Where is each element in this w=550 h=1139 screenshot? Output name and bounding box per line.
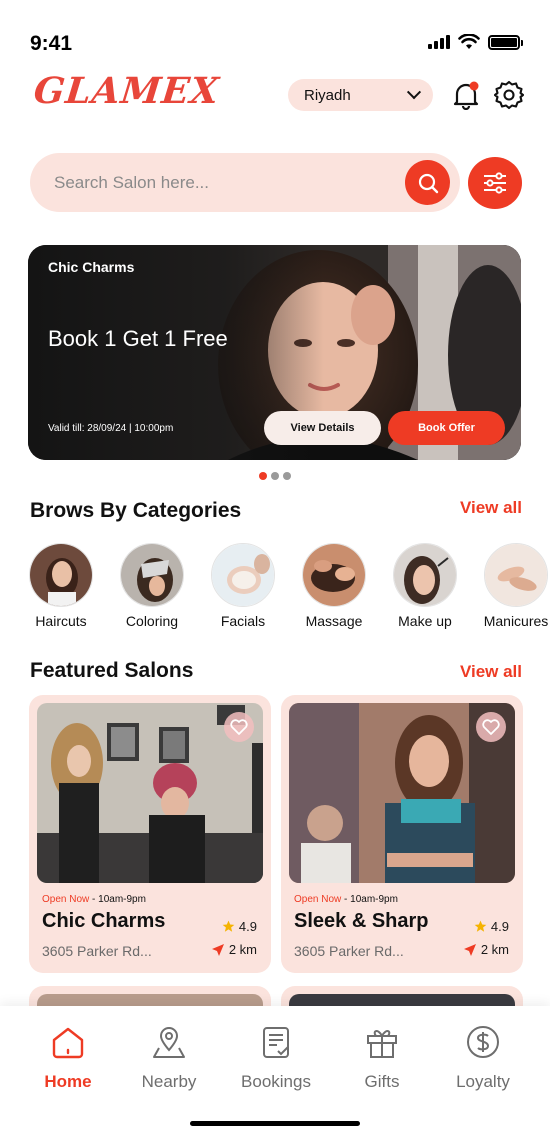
categories-view-all-link[interactable]: View all (460, 498, 522, 518)
carousel-dot[interactable] (283, 472, 291, 480)
status-bar: 9:41 (0, 0, 550, 70)
nav-loyalty[interactable]: Loyalty (433, 1024, 533, 1092)
dollar-coin-icon (467, 1026, 499, 1058)
nav-nearby[interactable]: Nearby (119, 1024, 219, 1092)
clipboard-icon (263, 1027, 289, 1058)
salon-card[interactable]: Open Now - 10am-9pm Chic Charms 4.9 3605… (29, 695, 271, 973)
featured-title: Featured Salons (30, 659, 194, 682)
nav-home[interactable]: Home (18, 1024, 118, 1092)
promo-banner[interactable]: Chic Charms Book 1 Get 1 Free Valid till… (28, 245, 521, 460)
salon-hours: Open Now - 10am-9pm (294, 894, 398, 905)
category-label: Haircuts (35, 613, 87, 629)
book-offer-button[interactable]: Book Offer (388, 411, 505, 445)
nav-label: Nearby (141, 1072, 197, 1091)
category-massage[interactable]: Massage (289, 543, 379, 629)
search-input[interactable] (54, 153, 384, 212)
category-haircuts[interactable]: Haircuts (28, 543, 106, 629)
carousel-dot[interactable] (259, 472, 267, 480)
search-icon (418, 173, 438, 193)
category-image (393, 543, 457, 607)
category-image (120, 543, 184, 607)
carousel-dot[interactable] (271, 472, 279, 480)
carousel-dots (259, 472, 291, 480)
wifi-icon (458, 34, 480, 49)
category-make-up[interactable]: Make up (380, 543, 470, 629)
navigation-arrow-icon (211, 943, 224, 956)
category-facials[interactable]: Facials (198, 543, 288, 629)
distance-value: 2 km (228, 942, 257, 957)
home-icon (52, 1027, 84, 1059)
sliders-icon (484, 172, 506, 194)
rating-value: 4.9 (490, 919, 509, 934)
favorite-button[interactable] (476, 712, 506, 742)
category-label: Facials (220, 613, 266, 629)
search-bar (30, 153, 460, 212)
heart-icon (482, 719, 500, 735)
salon-card[interactable]: Open Now - 10am-9pm Sleek & Sharp 4.9 36… (281, 695, 523, 973)
map-pin-icon (153, 1027, 185, 1058)
salon-name: Chic Charms (42, 910, 166, 932)
category-label: Massage (305, 613, 363, 629)
salon-rating: 4.9 (222, 919, 257, 934)
banner-offer-title: Book 1 Get 1 Free (48, 326, 228, 351)
nav-label: Home (44, 1072, 92, 1091)
banner-salon-name: Chic Charms (48, 259, 135, 275)
featured-view-all-link[interactable]: View all (460, 662, 522, 682)
category-label: Coloring (125, 613, 179, 629)
heart-icon (230, 719, 248, 735)
categories-list: Haircuts Coloring Facials Massage Make u… (28, 543, 550, 633)
open-now-status: Open Now (294, 894, 342, 905)
view-details-button[interactable]: View Details (264, 411, 381, 445)
category-label: Manicures (483, 613, 549, 629)
distance-value: 2 km (480, 942, 509, 957)
home-indicator (190, 1121, 360, 1126)
notification-bell-icon[interactable] (452, 80, 480, 110)
salon-hours: Open Now - 10am-9pm (42, 894, 146, 905)
status-time: 9:41 (30, 32, 73, 55)
category-image (211, 543, 275, 607)
filter-button[interactable] (468, 157, 522, 209)
hours-text: - 10am-9pm (89, 894, 146, 905)
bottom-nav: Home Nearby Bookings Gifts Loyalty (0, 1006, 550, 1139)
nav-label: Loyalty (456, 1072, 510, 1091)
salon-address: 3605 Parker Rd... (42, 943, 152, 959)
salon-photo (289, 703, 515, 883)
rating-value: 4.9 (238, 919, 257, 934)
salon-name: Sleek & Sharp (294, 910, 429, 932)
settings-gear-icon[interactable] (494, 80, 524, 110)
favorite-button[interactable] (224, 712, 254, 742)
category-manicures[interactable]: Manicures (471, 543, 550, 629)
app-logo: GLAMEX (31, 70, 222, 112)
nav-label: Bookings (241, 1072, 311, 1091)
salon-distance: 2 km (463, 942, 509, 957)
category-image (302, 543, 366, 607)
banner-validity: Valid till: 28/09/24 | 10:00pm (48, 423, 174, 434)
hours-text: - 10am-9pm (341, 894, 398, 905)
salon-distance: 2 km (211, 942, 257, 957)
category-label: Make up (398, 613, 452, 629)
location-value: Riyadh (304, 86, 351, 104)
star-icon (474, 920, 487, 932)
category-coloring[interactable]: Coloring (107, 543, 197, 629)
cellular-signal-icon (428, 35, 450, 49)
category-image (29, 543, 93, 607)
status-icons (428, 34, 523, 50)
star-icon (222, 920, 235, 932)
location-select[interactable]: Riyadh (288, 79, 433, 111)
salon-address: 3605 Parker Rd... (294, 943, 404, 959)
nav-label: Gifts (364, 1072, 400, 1091)
nav-gifts[interactable]: Gifts (332, 1024, 432, 1092)
nav-bookings[interactable]: Bookings (226, 1024, 326, 1092)
search-button[interactable] (405, 160, 450, 205)
battery-icon (488, 34, 523, 50)
navigation-arrow-icon (463, 943, 476, 956)
open-now-status: Open Now (42, 894, 90, 905)
chevron-down-icon (406, 85, 422, 100)
salon-rating: 4.9 (474, 919, 509, 934)
gift-icon (367, 1030, 397, 1058)
categories-title: Brows By Categories (30, 499, 242, 522)
salon-photo (37, 703, 263, 883)
category-image (484, 543, 548, 607)
